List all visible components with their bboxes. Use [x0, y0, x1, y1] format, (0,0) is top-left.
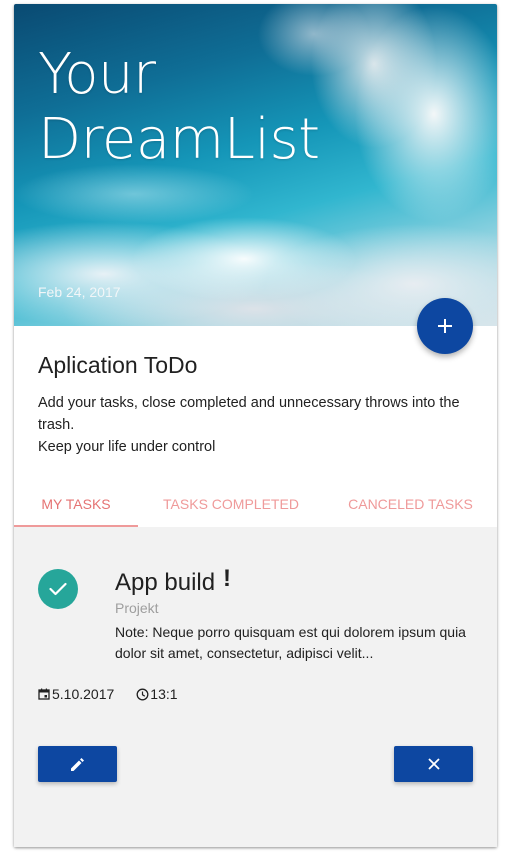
edit-task-button[interactable] [38, 746, 117, 782]
plus-icon [438, 319, 452, 333]
hero-date: Feb 24, 2017 [38, 284, 121, 300]
tab-my-tasks[interactable]: MY TASKS [14, 486, 138, 530]
description-line2: Keep your life under control [38, 439, 216, 455]
app-title-line2: DreamList [38, 107, 320, 172]
clock-icon [136, 688, 149, 700]
app-description: Add your tasks, close completed and unne… [38, 392, 478, 458]
task-category: Projekt [115, 600, 159, 616]
tab-tasks-completed[interactable]: TASKS COMPLETED [138, 486, 324, 530]
complete-task-toggle[interactable] [38, 569, 78, 609]
close-icon [427, 758, 440, 770]
task-meta: 5.10.2017 13:1 [38, 686, 200, 702]
task-date: 5.10.2017 [52, 686, 115, 702]
priority-mark: ! [223, 565, 231, 592]
task-time: 13:1 [150, 686, 178, 702]
task-panel: App build ! Projekt Note: Neque porro qu… [14, 527, 497, 847]
pencil-icon [71, 757, 84, 771]
section-title: Aplication ToDo [38, 352, 198, 378]
app-title-line1: Your [38, 42, 156, 107]
add-task-button[interactable] [417, 298, 473, 354]
hero-image: Your DreamList Feb 24, 2017 [14, 4, 497, 326]
tab-canceled-tasks[interactable]: CANCELED TASKS [324, 486, 497, 530]
description-line1: Add your tasks, close completed and unne… [38, 395, 460, 433]
calendar-icon [38, 688, 50, 700]
task-date-group: 5.10.2017 [38, 686, 114, 702]
task-note: Note: Neque porro quisquam est qui dolor… [115, 624, 466, 661]
delete-task-button[interactable] [394, 746, 473, 782]
task-time-group: 13:1 [136, 686, 178, 702]
task-title: App build [115, 569, 216, 596]
todo-card: Your DreamList Feb 24, 2017 Aplication To… [14, 4, 497, 847]
check-icon [49, 582, 67, 596]
app-title: Your DreamList [38, 42, 320, 172]
task-tabs: MY TASKS TASKS COMPLETED CANCELED TASKS [14, 486, 497, 530]
